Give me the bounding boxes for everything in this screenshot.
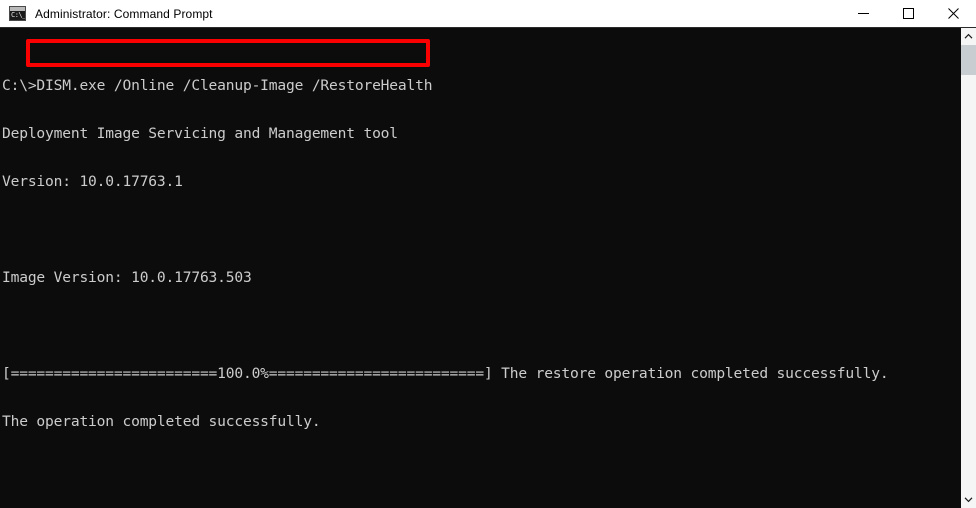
title-bar-left: C:\_ Administrator: Command Prompt <box>0 6 841 21</box>
console-line-command: C:\>DISM.exe /Online /Cleanup-Image /Res… <box>2 77 433 94</box>
command-prompt-window: C:\_ Administrator: Command Prompt C:\>D… <box>0 0 976 508</box>
scroll-up-button[interactable] <box>961 28 976 45</box>
console-line-blank-1 <box>2 222 960 238</box>
console-line-version: Version: 10.0.17763.1 <box>2 173 183 190</box>
icon-prompt-glyph: C:\_ <box>11 11 26 19</box>
scroll-up-icon <box>964 33 973 39</box>
close-icon <box>948 8 959 19</box>
window-controls <box>841 0 976 28</box>
scroll-down-button[interactable] <box>961 491 976 508</box>
console-line-blank-3 <box>2 462 960 478</box>
vertical-scrollbar[interactable] <box>960 28 976 508</box>
scrollbar-track[interactable] <box>961 45 976 491</box>
console-line-operation-result: The operation completed successfully. <box>2 413 321 430</box>
console-line-blank-2 <box>2 318 960 334</box>
console-line-image-version: Image Version: 10.0.17763.503 <box>2 269 252 286</box>
minimize-icon <box>858 13 869 14</box>
scroll-down-icon <box>964 497 973 503</box>
title-bar[interactable]: C:\_ Administrator: Command Prompt <box>0 0 976 28</box>
minimize-button[interactable] <box>841 0 886 28</box>
command-prompt-icon[interactable]: C:\_ <box>9 6 26 21</box>
console-line-tool-name: Deployment Image Servicing and Managemen… <box>2 125 398 142</box>
window-title: Administrator: Command Prompt <box>35 6 213 21</box>
console-line-progress-bar: [========================100.0%=========… <box>2 365 889 382</box>
maximize-icon <box>903 8 914 19</box>
maximize-button[interactable] <box>886 0 931 28</box>
console-output[interactable]: C:\>DISM.exe /Online /Cleanup-Image /Res… <box>0 28 960 508</box>
close-button[interactable] <box>931 0 976 28</box>
scrollbar-thumb[interactable] <box>961 45 976 75</box>
